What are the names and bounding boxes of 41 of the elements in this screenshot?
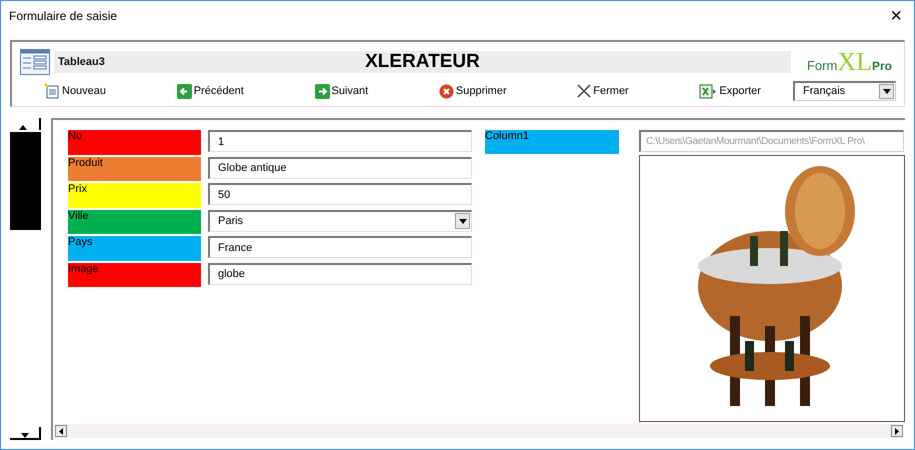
- close-button[interactable]: ×: [886, 6, 906, 26]
- scroll-thumb[interactable]: [10, 132, 41, 230]
- city-select[interactable]: Paris: [208, 210, 472, 232]
- input-field[interactable]: France: [208, 236, 472, 258]
- table-form-icon: [20, 49, 50, 75]
- field-label: Ville: [68, 210, 201, 234]
- input-field[interactable]: 1: [208, 130, 472, 152]
- field-label: Column1: [485, 130, 619, 154]
- dropdown-caret-icon: [458, 218, 466, 224]
- toolbar-button[interactable]: Nouveau: [44, 82, 106, 100]
- field-label: Prix: [68, 183, 201, 208]
- scroll-right-icon: [895, 428, 899, 434]
- horizontal-scrollbar[interactable]: [55, 424, 903, 438]
- spreadsheet-export-icon: [699, 84, 718, 98]
- delete-icon: [438, 84, 454, 98]
- toolbar-button[interactable]: Fermer: [577, 82, 629, 100]
- input-field[interactable]: Globe antique: [208, 156, 472, 178]
- logo-text: Form: [806, 56, 838, 74]
- toolbar-button[interactable]: Suivant: [314, 82, 368, 100]
- document-icon: [44, 83, 60, 99]
- scroll-down-icon: [20, 433, 28, 438]
- vertical-scrollbar[interactable]: [10, 118, 41, 440]
- input-field[interactable]: globe: [208, 262, 472, 284]
- input-field[interactable]: 50: [208, 183, 472, 205]
- close-icon: [577, 84, 592, 98]
- language-select[interactable]: Français: [793, 81, 896, 101]
- logo-mark: XL: [837, 49, 872, 75]
- toolbar-button[interactable]: Supprimer: [438, 82, 507, 100]
- logo-suffix: Pro: [872, 58, 892, 75]
- field-label: Pays: [68, 236, 201, 260]
- toolbar-button[interactable]: Précédent: [176, 82, 244, 100]
- window-title: Formulaire de saisie: [9, 8, 118, 25]
- table-name: Tableau3: [57, 54, 105, 70]
- field-label: No: [68, 130, 201, 154]
- scroll-up-icon: [19, 125, 27, 130]
- toolbar-button[interactable]: Exporter: [699, 82, 761, 100]
- dropdown-caret-icon: [882, 89, 890, 94]
- field-label: Produit: [68, 156, 201, 181]
- scroll-left-icon: [59, 428, 63, 434]
- form-title: XLERATEUR: [365, 50, 480, 74]
- field-label: Image: [68, 262, 201, 287]
